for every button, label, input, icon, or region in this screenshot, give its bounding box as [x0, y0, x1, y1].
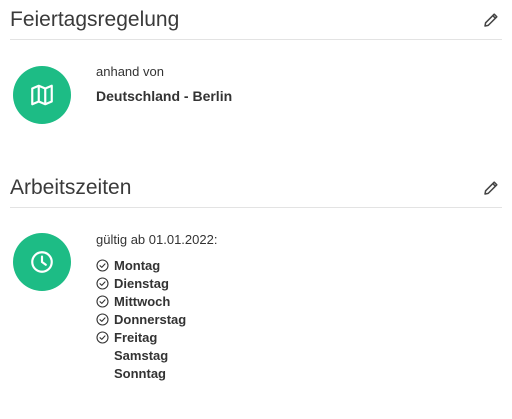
check-circle-icon	[96, 258, 109, 272]
holiday-region: Deutschland - Berlin	[96, 88, 233, 104]
pencil-icon	[484, 13, 498, 27]
weekday-list: Montag Dienstag Mittwoch Donnerstag Freitag S…	[96, 256, 186, 382]
edit-worktime-button[interactable]	[482, 179, 500, 197]
weekday-item: Dienstag	[96, 274, 186, 292]
map-icon	[13, 66, 71, 124]
clock-icon	[13, 233, 71, 291]
check-circle-icon	[96, 312, 109, 326]
weekday-label: Samstag	[114, 347, 169, 363]
weekday-item: Samstag	[96, 346, 186, 364]
weekday-item: Donnerstag	[96, 310, 186, 328]
weekday-label: Sonntag	[114, 365, 166, 381]
weekday-item: Freitag	[96, 328, 186, 346]
check-circle-icon	[96, 276, 109, 290]
weekday-label: Donnerstag	[114, 311, 187, 327]
edit-holidays-button[interactable]	[482, 11, 500, 29]
holiday-caption: anhand von	[96, 64, 164, 79]
weekday-label: Montag	[114, 257, 161, 273]
weekday-label: Freitag	[114, 329, 158, 345]
worktime-valid-from: gültig ab 01.01.2022:	[96, 232, 218, 247]
check-circle-icon	[96, 330, 109, 344]
holiday-section-title: Feiertagsregelung	[10, 8, 180, 31]
weekday-item: Sonntag	[96, 364, 186, 382]
worktime-section-header: Arbeitszeiten	[10, 174, 502, 208]
weekday-item: Montag	[96, 256, 186, 274]
worktime-section-title: Arbeitszeiten	[10, 176, 132, 199]
weekday-item: Mittwoch	[96, 292, 186, 310]
holiday-section-header: Feiertagsregelung	[10, 6, 502, 40]
pencil-icon	[484, 181, 498, 195]
check-circle-icon	[96, 294, 109, 308]
weekday-label: Mittwoch	[114, 293, 171, 309]
weekday-label: Dienstag	[114, 275, 169, 291]
